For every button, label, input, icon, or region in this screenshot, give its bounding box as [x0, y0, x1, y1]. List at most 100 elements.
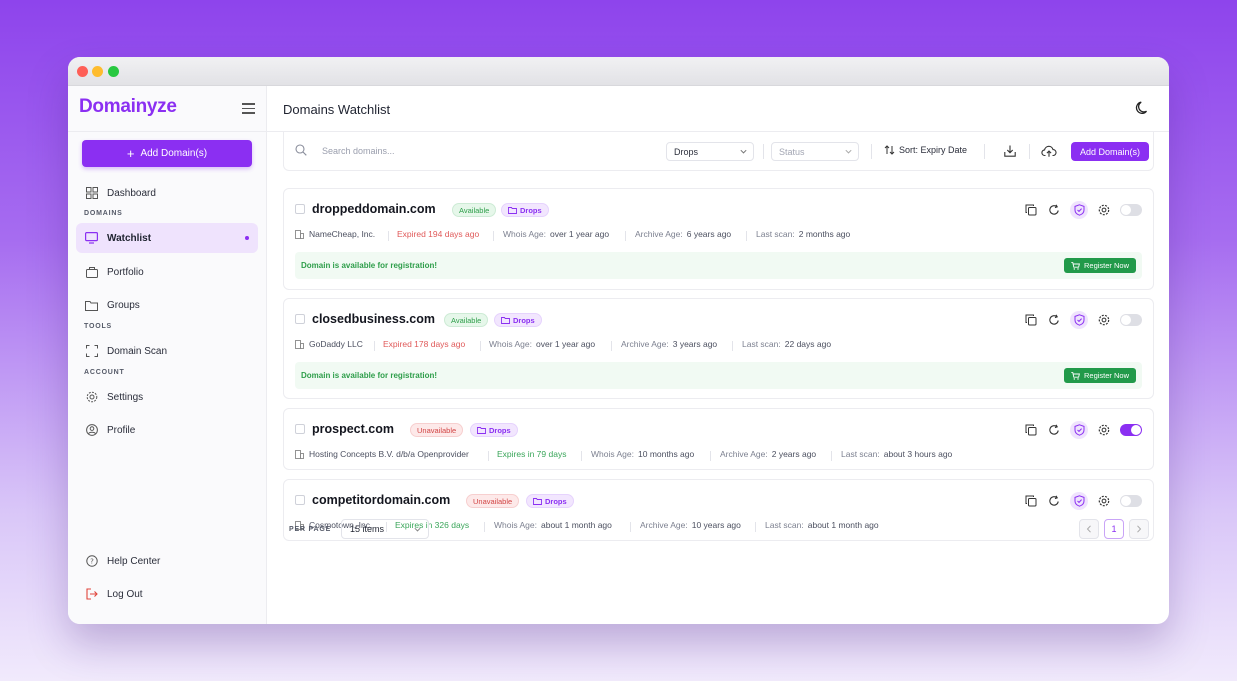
domain-name[interactable]: competitordomain.com	[312, 493, 450, 507]
copy-icon[interactable]	[1024, 313, 1038, 327]
toolbar-add-domain-button[interactable]: Add Domain(s)	[1071, 142, 1149, 161]
status-badge: Available	[452, 203, 497, 217]
select-checkbox[interactable]	[295, 314, 305, 324]
page-title: Domains Watchlist	[283, 102, 391, 117]
sidebar-item-dashboard[interactable]: Dashboard	[76, 178, 258, 208]
add-domain-button[interactable]: + Add Domain(s)	[82, 140, 252, 167]
tag-badge[interactable]: Drops	[470, 423, 518, 437]
meta-divider	[831, 451, 832, 461]
type-filter-select[interactable]: Drops	[666, 142, 754, 161]
minimize-window-button[interactable]	[92, 66, 103, 77]
shield-icon[interactable]	[1070, 201, 1088, 219]
gear-icon[interactable]	[1097, 203, 1111, 217]
chevron-down-icon	[414, 527, 421, 532]
brand-logo[interactable]: Domainyze	[79, 96, 177, 118]
register-label: Register Now	[1083, 371, 1129, 380]
card-actions	[1024, 311, 1142, 329]
type-filter-value: Drops	[674, 146, 699, 157]
monitor-toggle[interactable]	[1120, 204, 1142, 216]
close-window-button[interactable]	[77, 66, 88, 77]
tag-badge[interactable]: Drops	[494, 313, 542, 327]
dark-mode-moon-icon[interactable]	[1135, 101, 1150, 116]
download-icon[interactable]	[1003, 144, 1017, 158]
gear-icon[interactable]	[1097, 313, 1111, 327]
search-input[interactable]	[322, 142, 522, 160]
monitor-toggle[interactable]	[1120, 314, 1142, 326]
sidebar-item-help-center[interactable]: ? Help Center	[76, 546, 258, 576]
sidebar-item-domain-scan[interactable]: Domain Scan	[76, 336, 258, 366]
brand-row: Domainyze	[68, 86, 266, 132]
shield-icon[interactable]	[1070, 421, 1088, 439]
whois-age: Whois Age: 10 months ago	[591, 449, 694, 459]
logout-icon	[85, 588, 98, 601]
lastscan-value: 2 months ago	[798, 229, 851, 239]
expiry-value: Expired 194 days ago	[397, 229, 480, 239]
domain-name[interactable]: prospect.com	[312, 422, 394, 436]
tag-badge[interactable]: Drops	[526, 494, 574, 508]
whois-label: Whois Age:	[591, 449, 634, 459]
notice-text: Domain is available for registration!	[301, 261, 438, 270]
registrar: NameCheap, Inc.	[295, 229, 375, 239]
app-window: Domainyze + Add Domain(s) Dashboard DOMA…	[68, 57, 1169, 624]
copy-icon[interactable]	[1024, 203, 1038, 217]
whois-value: 10 months ago	[638, 449, 695, 459]
select-checkbox[interactable]	[295, 424, 305, 434]
sidebar-item-log-out[interactable]: Log Out	[76, 579, 258, 609]
plus-icon: +	[126, 146, 135, 161]
domain-name[interactable]: closedbusiness.com	[312, 312, 435, 326]
refresh-icon[interactable]	[1047, 494, 1061, 508]
sidebar-item-watchlist[interactable]: Watchlist	[76, 223, 258, 253]
section-label-domains: DOMAINS	[84, 210, 123, 217]
shield-icon[interactable]	[1070, 311, 1088, 329]
register-now-button[interactable]: Register Now	[1063, 258, 1136, 273]
whois-value: over 1 year ago	[550, 229, 610, 239]
per-page-select[interactable]: 15 items	[341, 519, 429, 539]
copy-icon[interactable]	[1024, 423, 1038, 437]
gear-icon	[85, 391, 98, 404]
copy-icon[interactable]	[1024, 494, 1038, 508]
lastscan-label: Last scan:	[756, 229, 795, 239]
window-titlebar	[68, 57, 1169, 86]
maximize-window-button[interactable]	[108, 66, 119, 77]
lastscan-value: about 3 hours ago	[883, 449, 953, 459]
folder-icon	[508, 206, 517, 214]
sidebar-item-portfolio[interactable]: Portfolio	[76, 257, 258, 287]
sidebar-item-settings[interactable]: Settings	[76, 382, 258, 412]
meta-divider	[484, 522, 485, 532]
menu-toggle-icon[interactable]	[242, 103, 255, 114]
refresh-icon[interactable]	[1047, 423, 1061, 437]
sidebar-item-profile[interactable]: Profile	[76, 415, 258, 445]
sidebar-item-label: Domain Scan	[107, 345, 168, 357]
status-badge: Available	[444, 313, 489, 327]
status-filter-select[interactable]: Status	[771, 142, 859, 161]
prev-page-button[interactable]	[1079, 519, 1099, 539]
toolbar-divider	[763, 144, 764, 159]
monitor-toggle[interactable]	[1120, 424, 1142, 436]
sort-label: Sort: Expiry Date	[899, 145, 968, 155]
registrar-name: Hosting Concepts B.V. d/b/a Openprovider	[309, 449, 469, 459]
sidebar-item-groups[interactable]: Groups	[76, 290, 258, 320]
page-number-button[interactable]: 1	[1104, 519, 1124, 539]
domain-name[interactable]: droppeddomain.com	[312, 202, 436, 216]
monitor-icon	[85, 232, 98, 245]
select-checkbox[interactable]	[295, 204, 305, 214]
monitor-toggle[interactable]	[1120, 495, 1142, 507]
next-page-button[interactable]	[1129, 519, 1149, 539]
folder-icon	[85, 299, 98, 312]
building-icon	[295, 229, 304, 239]
gear-icon[interactable]	[1097, 494, 1111, 508]
archive-label: Archive Age:	[640, 520, 688, 530]
user-circle-icon	[85, 424, 98, 437]
refresh-icon[interactable]	[1047, 203, 1061, 217]
lastscan-label: Last scan:	[742, 339, 781, 349]
add-domain-label: Add Domain(s)	[140, 148, 208, 159]
select-checkbox[interactable]	[295, 495, 305, 505]
shield-icon[interactable]	[1070, 492, 1088, 510]
gear-icon[interactable]	[1097, 423, 1111, 437]
tag-badge[interactable]: Drops	[501, 203, 549, 217]
sort-button[interactable]: Sort: Expiry Date	[884, 145, 967, 155]
refresh-icon[interactable]	[1047, 313, 1061, 327]
register-now-button[interactable]: Register Now	[1063, 368, 1136, 383]
main-content: Domains Watchlist Drops Status	[267, 86, 1169, 624]
cloud-upload-icon[interactable]	[1041, 144, 1057, 158]
